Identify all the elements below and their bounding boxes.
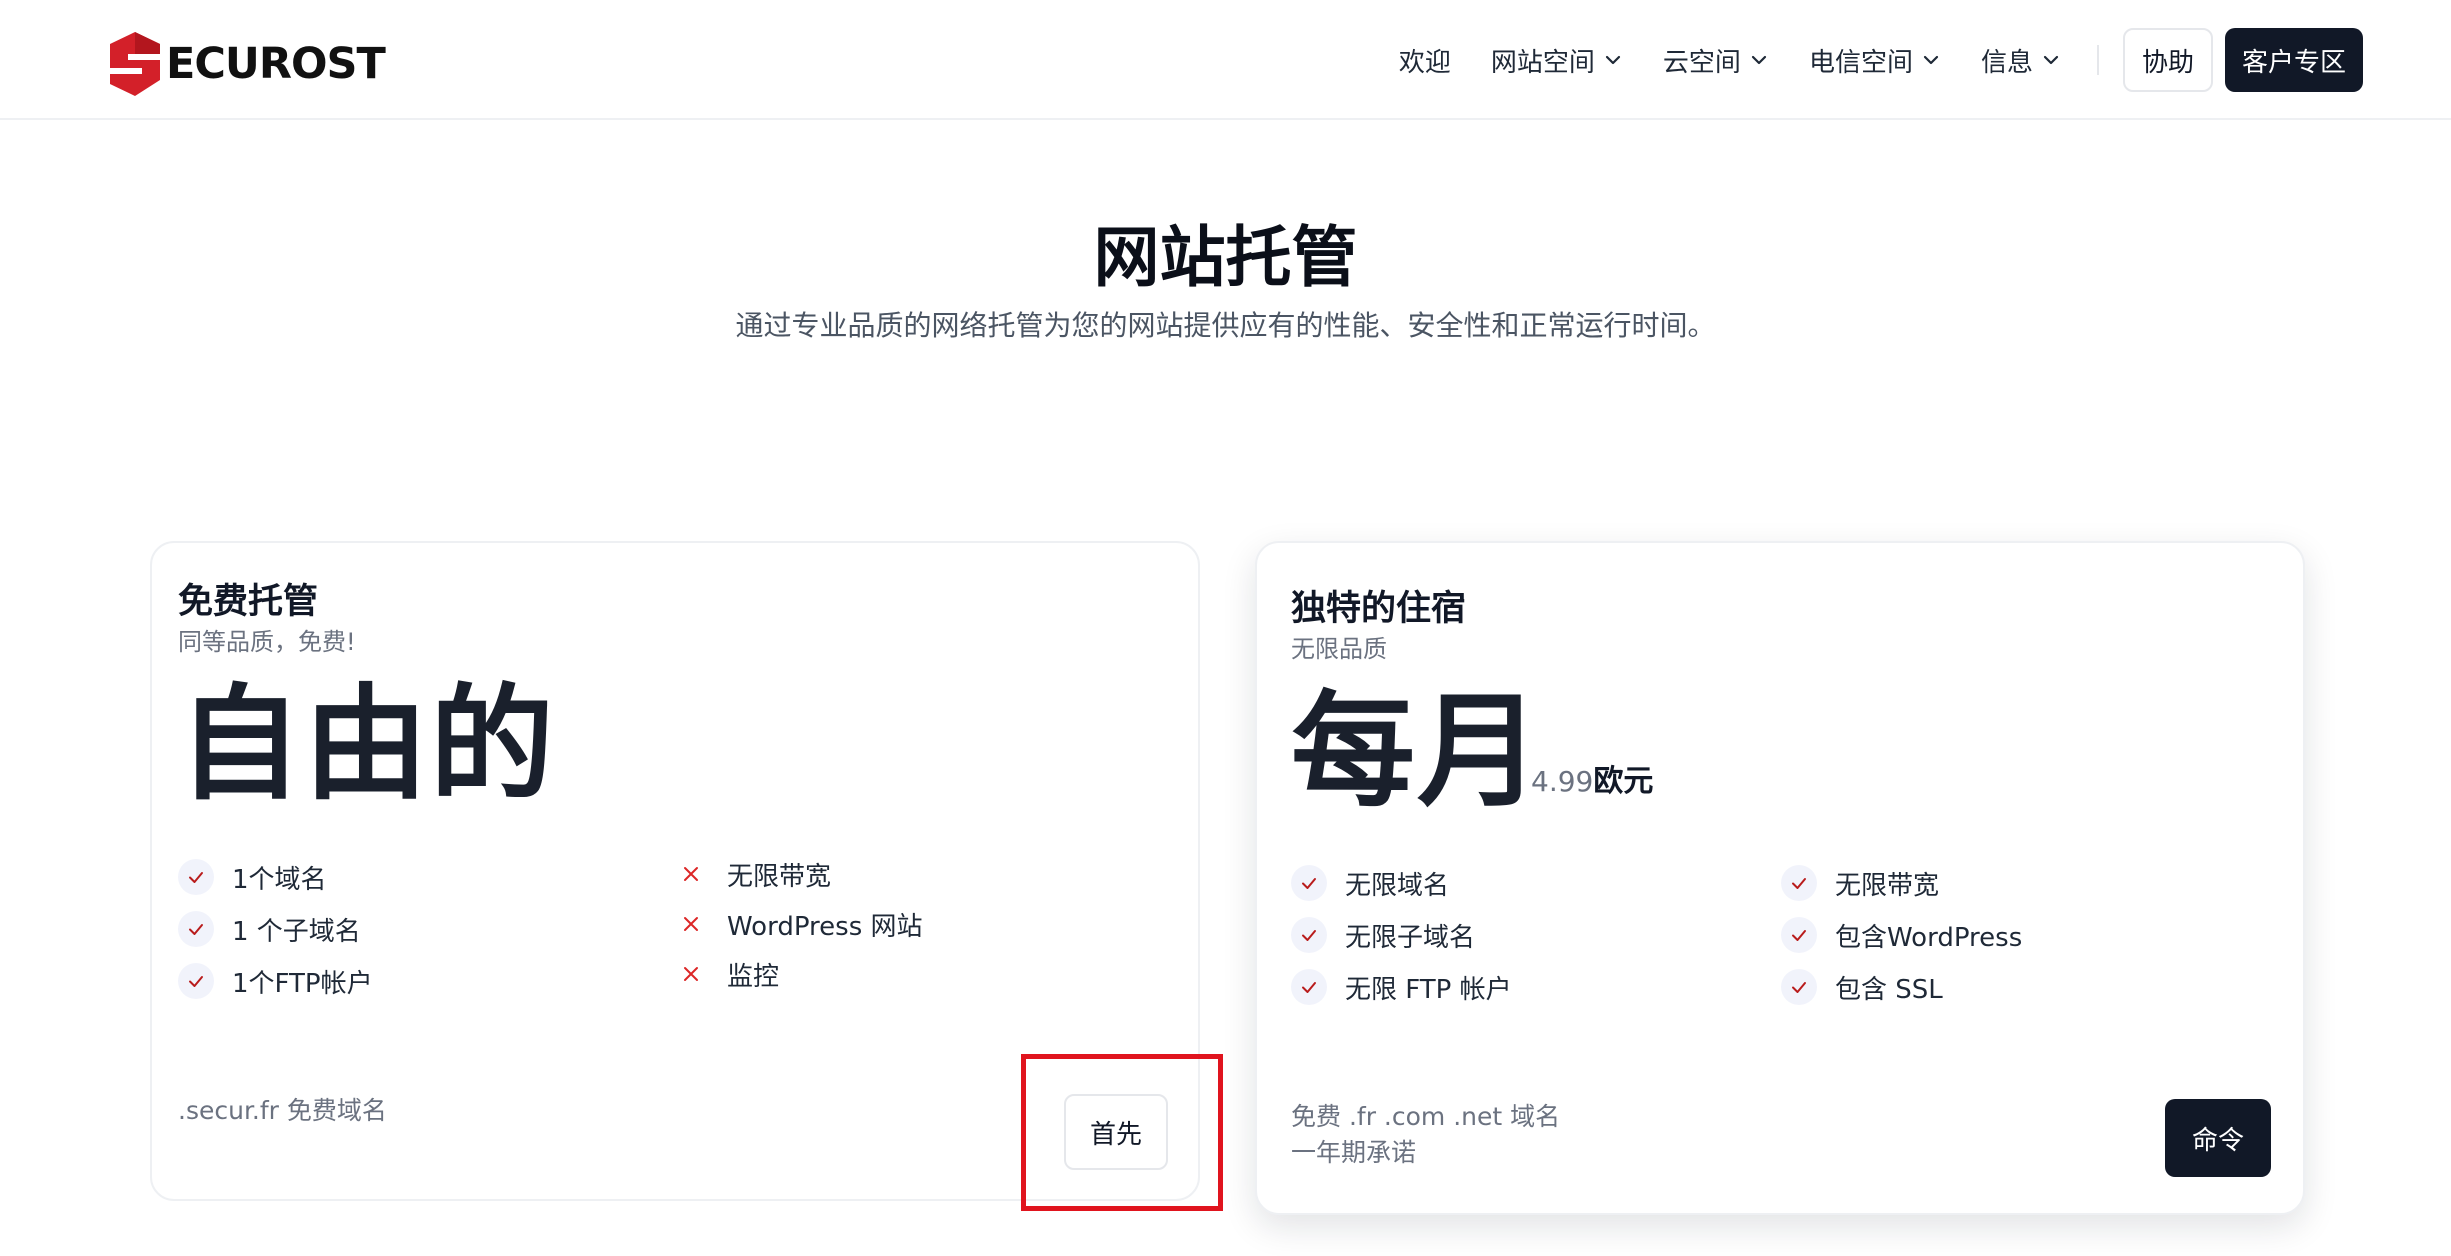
chevron-down-icon — [1605, 55, 1621, 65]
check-icon — [1291, 917, 1327, 953]
plan-features: 1个域名 1 个子域名 1个FTP帐户 无限带宽 WordPress 网站 监控 — [178, 851, 1168, 1007]
feature-item: 无限带宽 — [673, 849, 1168, 899]
check-icon — [1291, 969, 1327, 1005]
check-icon — [1781, 917, 1817, 953]
feature-label: 包含 SSL — [1835, 974, 1943, 1005]
plan-price-amount: 4.99 欧元 — [1531, 756, 1653, 800]
plan-footnote: 免费 .fr .com .net 域名 一年期承诺 — [1291, 1099, 1560, 1171]
feature-label: 无限带宽 — [727, 861, 832, 892]
check-icon — [1781, 865, 1817, 901]
check-icon — [178, 911, 214, 947]
price-amount: 4.99 — [1531, 765, 1594, 798]
plan-title: 免费托管 — [178, 582, 319, 622]
feature-item: 无限域名 — [1291, 857, 1781, 909]
client-area-button[interactable]: 客户专区 — [2224, 28, 2363, 92]
feature-label: WordPress 网站 — [727, 911, 923, 942]
check-icon — [178, 859, 214, 895]
feature-label: 无限带宽 — [1835, 870, 1940, 901]
chevron-down-icon — [1751, 55, 1767, 65]
nav-web-hosting[interactable]: 网站空间 — [1491, 42, 1623, 79]
start-free-button[interactable]: 首先 — [1064, 1094, 1168, 1170]
feature-item: 1个FTP帐户 — [178, 955, 673, 1007]
feature-item: 无限带宽 — [1781, 857, 2271, 909]
site-header: ECUROST 欢迎 网站空间 云空间 电信空间 信息 协助 客户专区 — [0, 0, 2451, 120]
main-nav: 欢迎 网站空间 云空间 电信空间 信息 协助 客户专区 — [1399, 28, 2363, 92]
feature-item: 1 个子域名 — [178, 903, 673, 955]
nav-telecom[interactable]: 电信空间 — [1809, 42, 1941, 79]
plan-card-free: 免费托管 同等品质，免费! 自由的 1个域名 1 个子域名 1个FTP帐户 无限… — [150, 541, 1200, 1201]
logo-text: ECUROST — [166, 39, 386, 89]
order-button[interactable]: 命令 — [2165, 1099, 2271, 1177]
nav-web-hosting-label: 网站空间 — [1490, 47, 1595, 78]
chevron-down-icon — [2043, 55, 2059, 65]
nav-welcome-label: 欢迎 — [1398, 47, 1451, 78]
feature-label: 无限域名 — [1345, 870, 1450, 901]
feature-label: 1 个子域名 — [232, 916, 361, 947]
features-column-right: 无限带宽 包含WordPress 包含 SSL — [1781, 857, 2271, 1013]
feature-item: WordPress 网站 — [673, 899, 1168, 949]
plan-price: 自由的 — [178, 673, 557, 817]
feature-item: 监控 — [673, 949, 1168, 999]
price-unit: 欧元 — [1593, 764, 1654, 799]
plan-subtitle: 无限品质 — [1291, 635, 1387, 663]
feature-item: 无限子域名 — [1291, 909, 1781, 961]
features-column-left: 1个域名 1 个子域名 1个FTP帐户 — [178, 851, 673, 1007]
check-icon — [178, 963, 214, 999]
plan-price: 每月 — [1291, 680, 1544, 824]
nav-divider — [2096, 45, 2099, 75]
logo-shield-icon — [110, 32, 160, 96]
help-button[interactable]: 协助 — [2122, 28, 2213, 92]
plan-title: 独特的住宿 — [1291, 589, 1467, 629]
feature-label: 1个FTP帐户 — [232, 968, 373, 999]
plan-footnote-line2: 一年期承诺 — [1291, 1138, 1417, 1167]
feature-label: 无限 FTP 帐户 — [1345, 974, 1512, 1005]
features-column-left: 无限域名 无限子域名 无限 FTP 帐户 — [1291, 857, 1781, 1013]
plan-subtitle: 同等品质，免费! — [178, 628, 356, 656]
cross-icon — [673, 956, 709, 992]
nav-cloud[interactable]: 云空间 — [1663, 42, 1769, 79]
page-title: 网站托管 — [1093, 219, 1358, 296]
chevron-down-icon — [1923, 55, 1939, 65]
nav-welcome[interactable]: 欢迎 — [1399, 42, 1451, 79]
feature-item: 1个域名 — [178, 851, 673, 903]
cross-icon — [673, 856, 709, 892]
plan-footnote: .secur.fr 免费域名 — [178, 1096, 387, 1125]
check-icon — [1291, 865, 1327, 901]
brand-logo[interactable]: ECUROST — [106, 30, 386, 98]
feature-item: 无限 FTP 帐户 — [1291, 961, 1781, 1013]
feature-label: 1个域名 — [232, 864, 327, 895]
feature-item: 包含 SSL — [1781, 961, 2271, 1013]
feature-item: 包含WordPress — [1781, 909, 2271, 961]
nav-telecom-label: 电信空间 — [1808, 47, 1913, 78]
feature-label: 包含WordPress — [1835, 922, 2023, 953]
page-subtitle: 通过专业品质的网络托管为您的网站提供应有的性能、安全性和正常运行时间。 — [735, 309, 1716, 342]
plan-footnote-line1: 免费 .fr .com .net 域名 — [1291, 1102, 1561, 1131]
nav-info[interactable]: 信息 — [1981, 42, 2061, 79]
features-column-right: 无限带宽 WordPress 网站 监控 — [673, 849, 1168, 1007]
cross-icon — [673, 906, 709, 942]
nav-cloud-label: 云空间 — [1662, 47, 1741, 78]
nav-info-label: 信息 — [1980, 47, 2033, 78]
feature-label: 无限子域名 — [1345, 922, 1476, 953]
feature-label: 监控 — [727, 961, 780, 992]
plan-features: 无限域名 无限子域名 无限 FTP 帐户 无限带宽 包含WordPress 包含… — [1291, 857, 2271, 1013]
check-icon — [1781, 969, 1817, 1005]
plan-card-unique: 独特的住宿 无限品质 每月 4.99 欧元 无限域名 无限子域名 无限 FTP 帐… — [1255, 541, 2305, 1215]
